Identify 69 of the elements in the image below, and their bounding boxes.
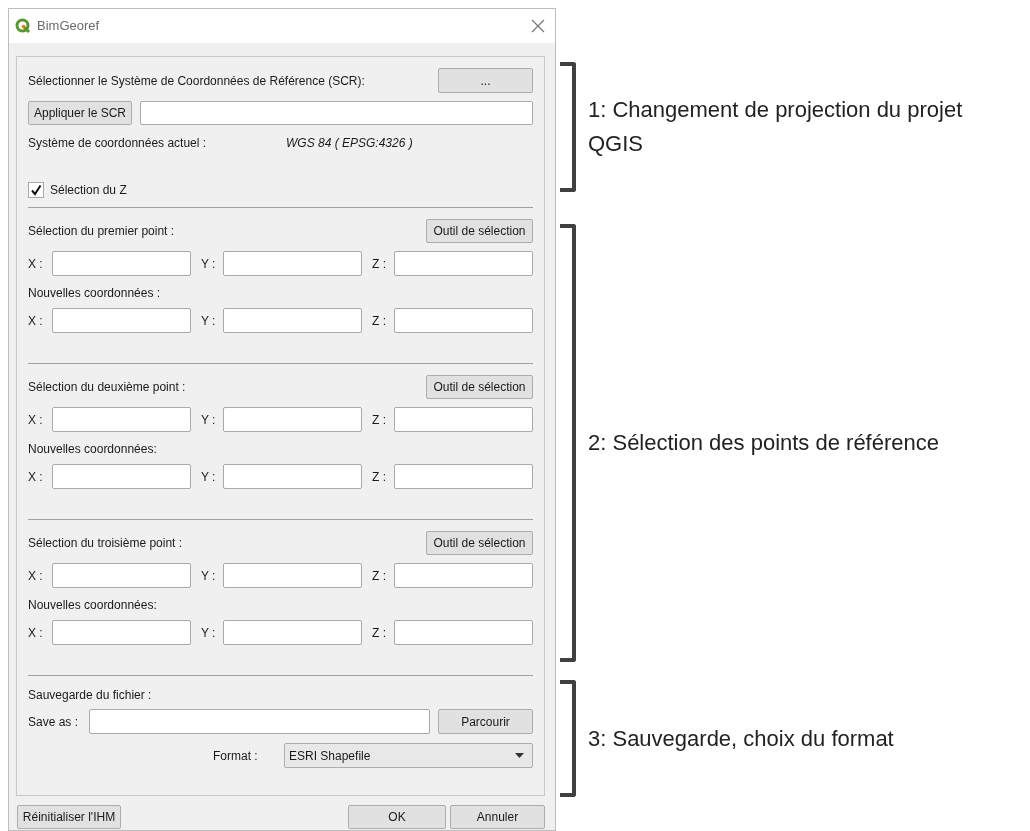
section-label: Sélection du deuxième point : <box>28 379 186 396</box>
axis-label: Z : <box>372 624 387 642</box>
axis-label: Y : <box>201 468 217 486</box>
axis-label: X : <box>28 567 44 585</box>
crs-value: WGS 84 ( EPSG:4326 ) <box>286 134 413 152</box>
close-icon[interactable] <box>531 19 545 33</box>
text-field[interactable] <box>394 407 533 432</box>
text-field[interactable] <box>52 620 191 645</box>
field-label: Nouvelles coordonnées : <box>28 285 162 301</box>
text-field[interactable] <box>394 464 533 489</box>
selection-tool-button[interactable]: Outil de sélection <box>426 219 533 243</box>
text-field[interactable] <box>223 620 362 645</box>
axis-label: X : <box>28 624 44 642</box>
format-dropdown[interactable]: ESRI Shapefile <box>284 743 533 768</box>
checkbox[interactable] <box>28 181 44 198</box>
text-field[interactable] <box>394 620 533 645</box>
annotation-text: 2: Sélection des points de référence <box>588 429 939 457</box>
text-field[interactable] <box>89 709 430 734</box>
axis-label: Y : <box>201 624 217 642</box>
text-field[interactable] <box>52 407 191 432</box>
axis-label: Y : <box>201 567 217 585</box>
text-field[interactable] <box>52 464 191 489</box>
field-label: Nouvelles coordonnées: <box>28 597 158 613</box>
apply-button[interactable]: Appliquer le SCR <box>28 101 132 125</box>
axis-label: Y : <box>201 255 217 273</box>
text-field[interactable] <box>52 251 191 276</box>
axis-label: Z : <box>372 255 387 273</box>
ok-button[interactable]: OK <box>348 805 446 829</box>
browse-button[interactable]: ... <box>438 68 533 93</box>
dropdown-arrow-icon <box>515 753 524 758</box>
text-field[interactable] <box>394 563 533 588</box>
field-label: Système de coordonnées actuel : <box>28 134 208 152</box>
selection-tool-button[interactable]: Outil de sélection <box>426 531 533 555</box>
logo-icon <box>15 18 31 34</box>
axis-label: X : <box>28 255 44 273</box>
text-field[interactable] <box>223 407 362 432</box>
text-field[interactable] <box>140 101 533 125</box>
axis-label: X : <box>28 468 44 486</box>
section-label: Sauvegarde du fichier : <box>28 687 153 703</box>
field-label: Format : <box>213 747 259 765</box>
text-field[interactable] <box>223 563 362 588</box>
axis-label: Z : <box>372 312 387 330</box>
annotation-text: 1: Changement de projection du projet QGIS <box>588 96 964 158</box>
window-title: BimGeoref <box>37 17 100 36</box>
axis-label: Z : <box>372 567 387 585</box>
text-field[interactable] <box>52 308 191 333</box>
section-label: Sélection du premier point : <box>28 223 175 240</box>
axis-label: X : <box>28 312 44 330</box>
reset-button[interactable]: Réinitialiser l'IHM <box>17 805 121 829</box>
annotation-text: 3: Sauvegarde, choix du format <box>588 724 894 753</box>
axis-label: X : <box>28 411 44 429</box>
field-label: Sélectionner le Système de Coordonnées de Référence (SCR): <box>28 72 365 90</box>
axis-label: Y : <box>201 312 217 330</box>
section-label: Sélection du troisième point : <box>28 535 183 552</box>
field-label: Save as : <box>28 713 80 731</box>
axis-label: Y : <box>201 411 217 429</box>
text-field[interactable] <box>394 251 533 276</box>
text-field[interactable] <box>223 464 362 489</box>
selection-tool-button[interactable]: Outil de sélection <box>426 375 533 399</box>
axis-label: Z : <box>372 468 387 486</box>
field-label: Nouvelles coordonnées: <box>28 441 158 457</box>
axis-label: Z : <box>372 411 387 429</box>
checkbox-label: Sélection du Z <box>50 181 127 199</box>
browse-button[interactable]: Parcourir <box>438 709 533 734</box>
text-field[interactable] <box>223 308 362 333</box>
cancel-button[interactable]: Annuler <box>450 805 545 829</box>
text-field[interactable] <box>394 308 533 333</box>
text-field[interactable] <box>223 251 362 276</box>
text-field[interactable] <box>52 563 191 588</box>
